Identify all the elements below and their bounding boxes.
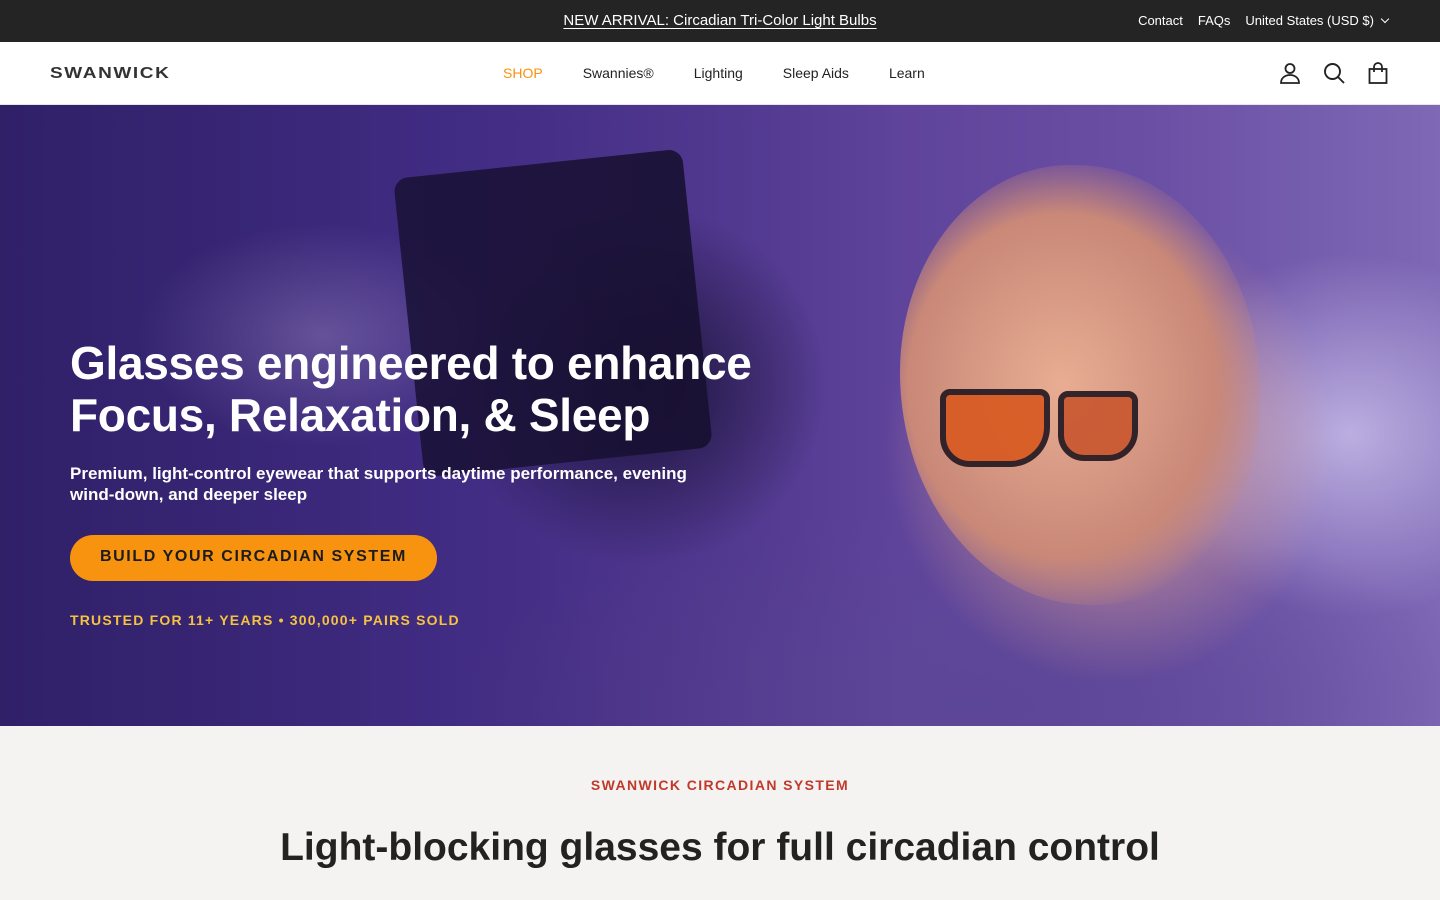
section-title: Light-blocking glasses for full circadia… xyxy=(280,826,1160,869)
hero-image-glasses-left-lens xyxy=(940,389,1050,467)
chevron-down-icon xyxy=(1380,14,1390,24)
hero-title: Glasses engineered to enhance Focus, Rel… xyxy=(70,337,890,441)
nav-item-swannies[interactable]: Swannies® xyxy=(583,65,654,81)
faqs-link[interactable]: FAQs xyxy=(1198,13,1231,28)
section-eyebrow: SWANWICK CIRCADIAN SYSTEM xyxy=(590,777,850,793)
logo[interactable]: SWANWICK xyxy=(50,65,170,83)
hero-banner: Glasses engineered to enhance Focus, Rel… xyxy=(0,105,1440,726)
header-icons xyxy=(1278,61,1390,85)
site-header: SWANWICK SHOP Swannies® Lighting Sleep A… xyxy=(0,42,1440,105)
nav-item-lighting[interactable]: Lighting xyxy=(694,65,743,81)
hero-subtitle: Premium, light-control eyewear that supp… xyxy=(70,464,687,504)
hero-image-glasses-right-lens xyxy=(1058,391,1138,461)
nav-item-sleep-aids[interactable]: Sleep Aids xyxy=(783,65,849,81)
hero-image-person xyxy=(900,165,1260,605)
hero-title-line1: Glasses engineered to enhance xyxy=(70,337,752,389)
currency-label: United States (USD $) xyxy=(1245,13,1374,28)
hero-content: Glasses engineered to enhance Focus, Rel… xyxy=(70,337,890,628)
announcement-bar: NEW ARRIVAL: Circadian Tri-Color Light B… xyxy=(0,0,1440,42)
circadian-system-section: SWANWICK CIRCADIAN SYSTEM Light-blocking… xyxy=(0,726,1440,900)
contact-link[interactable]: Contact xyxy=(1138,13,1183,28)
search-icon[interactable] xyxy=(1322,61,1346,85)
currency-selector[interactable]: United States (USD $) xyxy=(1245,13,1390,28)
nav-item-learn[interactable]: Learn xyxy=(889,65,925,81)
trust-text: TRUSTED FOR 11+ YEARS • 300,000+ PAIRS S… xyxy=(70,612,460,628)
account-icon[interactable] xyxy=(1278,61,1302,85)
cart-icon[interactable] xyxy=(1366,61,1390,85)
promo-link[interactable]: NEW ARRIVAL: Circadian Tri-Color Light B… xyxy=(563,12,876,29)
build-system-button[interactable]: BUILD YOUR CIRCADIAN SYSTEM xyxy=(70,535,437,581)
hero-title-line2: Focus, Relaxation, & Sleep xyxy=(70,389,651,441)
main-nav: SHOP Swannies® Lighting Sleep Aids Learn xyxy=(503,65,925,81)
nav-item-shop[interactable]: SHOP xyxy=(503,65,543,81)
utility-links: Contact FAQs United States (USD $) xyxy=(1138,13,1390,28)
